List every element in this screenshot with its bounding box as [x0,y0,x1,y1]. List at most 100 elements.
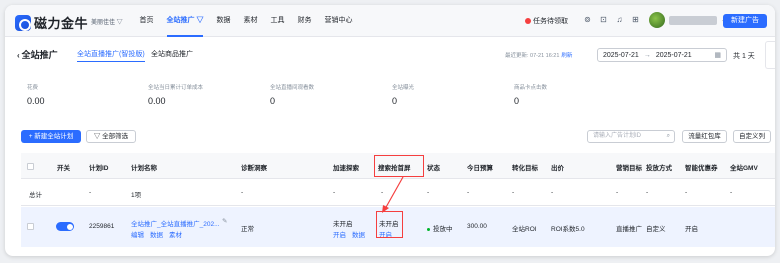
custom-columns-button[interactable]: 自定义列 [733,130,771,143]
page-header: ‹ 全站推广 全站直播推广(智投版) 全站商品推广 最近更新: 07-21 16:… [5,39,775,67]
col-smart-coupon: 智能优惠券 [685,165,718,172]
avatar [649,12,665,28]
filter-button[interactable]: ▽ 全部筛选 [86,130,136,143]
plan-search-input[interactable]: 请输入广告计划ID ⌕ [587,130,675,143]
edit-link[interactable]: 编辑 [131,229,144,239]
table-toolbar: + 新建全站计划 ▽ 全部筛选 请输入广告计划ID ⌕ 流量红包库 自定义列 [5,126,775,146]
metric-label: 花费 [27,85,39,91]
red-package-button[interactable]: 流量红包库 [682,130,727,143]
metric-label: 商品卡点击数 [514,85,548,91]
diagnosis-value: 正常 [241,226,254,233]
summary-dash: - [427,189,430,196]
edit-icon[interactable]: ✎ [222,217,227,225]
update-time: 最近更新: 07-21 16:21 [505,53,560,59]
app-window: 磁力金牛 美丽佳佳 ▽ 首页 全站推广 ▽ 数据 素材 工具 财务 营销中心 任… [5,5,775,256]
col-marketing-goal: 营销目标 [616,165,642,172]
summary-dash: - [333,189,336,196]
metric-live-views: 全站直播间观看数 0 [270,83,314,106]
nav-material[interactable]: 素材 [237,5,264,37]
accel-data-link[interactable]: 数据 [352,229,365,239]
logo[interactable]: 磁力金牛 [15,13,88,32]
nav-tools[interactable]: 工具 [264,5,291,37]
col-plan-id: 计划ID [89,165,109,172]
side-panel-handle[interactable] [765,41,775,69]
tab-product-promo[interactable]: 全站商品推广 [151,49,193,61]
metric-value: 0 [392,96,398,106]
material-link[interactable]: 素材 [169,229,182,239]
date-start: 2025-07-21 [603,51,639,59]
shop-selector[interactable]: 美丽佳佳 ▽ [91,17,123,26]
col-accel-explore: 加速探索 [333,165,359,172]
summary-count: 1项 [131,192,142,199]
annotation-arrow-icon [382,176,404,213]
date-range-picker[interactable]: 2025-07-21 → 2025-07-21 ▦ [597,48,727,62]
accel-status: 未开启 [333,221,353,228]
new-ad-button[interactable]: 新建广告 [723,14,767,28]
update-info: 最近更新: 07-21 16:21 刷新 [505,51,572,59]
back-icon[interactable]: ‹ [17,51,20,60]
plan-switch-toggle[interactable] [56,222,74,231]
col-switch: 开关 [57,165,70,172]
nav-finance[interactable]: 财务 [291,5,318,37]
date-end: 2025-07-21 [655,51,692,59]
gift-icon[interactable]: ⊚ [583,15,592,24]
plan-id: 2259861 [89,223,115,230]
nav-marketing-center[interactable]: 营销中心 [318,5,359,37]
lock-icon[interactable]: ⊡ [599,15,608,24]
page-title-text: 全站推广 [21,50,58,60]
task-link[interactable]: 任务待领取 [525,16,568,26]
summary-dash: - [89,189,92,196]
daily-budget: 300.00 [467,223,487,230]
refresh-link[interactable]: 刷新 [561,53,572,59]
search-placeholder: 请输入广告计划ID [593,133,642,139]
conversion-goal: 全站ROI [512,226,537,233]
search-icon[interactable]: ⌕ [667,131,670,142]
col-status: 状态 [427,165,440,172]
metric-value: 0.00 [148,96,166,106]
metrics-panel: 花费 0.00 全站当日累计订单成本 0.00 全站直播间观看数 0 全站曝光 … [5,67,775,122]
metric-value: 0 [514,96,520,106]
status-badge: 投放中 [427,223,453,233]
col-gmv: 全站GMV [730,165,758,172]
plan-name-link[interactable]: 全站推广_全站直播推广_202... [131,218,220,228]
col-conversion-goal: 转化目标 [512,165,538,172]
metric-label: 全站当日累计订单成本 [148,85,204,91]
bell-icon[interactable]: ♫ [615,15,624,24]
summary-dash: - [551,189,554,196]
metric-value: 0 [270,96,276,106]
user-menu[interactable]: ⌄ [649,12,727,28]
bid-value: ROI系数5.0 [551,226,585,233]
summary-dash: - [512,189,515,196]
smart-coupon: 开启 [685,226,698,233]
task-label: 任务待领取 [533,18,568,25]
nav-home[interactable]: 首页 [133,5,160,37]
metric-value: 0.00 [27,96,45,106]
plus-icon[interactable]: ⊞ [631,15,640,24]
top-bar: 磁力金牛 美丽佳佳 ▽ 首页 全站推广 ▽ 数据 素材 工具 财务 营销中心 任… [5,5,775,37]
metric-product-clicks: 商品卡点击数 0 [514,83,547,106]
delivery-method: 自定义 [646,226,666,233]
row-checkbox[interactable] [27,223,34,230]
data-link[interactable]: 数据 [150,229,163,239]
col-diagnosis: 诊断洞察 [241,165,267,172]
summary-dash: - [467,189,470,196]
main-nav: 首页 全站推广 ▽ 数据 素材 工具 财务 营销中心 [133,5,359,37]
new-plan-button[interactable]: + 新建全站计划 [21,130,81,143]
col-plan-name: 计划名称 [131,165,157,172]
highlight-box-cell [376,211,403,238]
summary-dash: - [685,189,688,196]
metric-spend: 花费 0.00 [27,83,45,106]
select-all-checkbox[interactable] [27,163,34,170]
day-count: 共 1 天 [733,53,755,60]
status-text: 投放中 [433,226,453,233]
tab-live-promo[interactable]: 全站直播推广(智投版) [77,49,145,62]
task-icon [525,18,531,24]
marketing-goal: 直播推广 [616,226,642,233]
logo-icon [15,14,31,31]
metric-label: 全站直播间观看数 [270,85,315,91]
metric-exposure: 全站曝光 0 [392,83,414,106]
accel-enable-link[interactable]: 开启 [333,229,346,239]
summary-dash: - [730,189,733,196]
nav-data[interactable]: 数据 [210,5,237,37]
nav-full-site-promo[interactable]: 全站推广 ▽ [160,5,210,37]
